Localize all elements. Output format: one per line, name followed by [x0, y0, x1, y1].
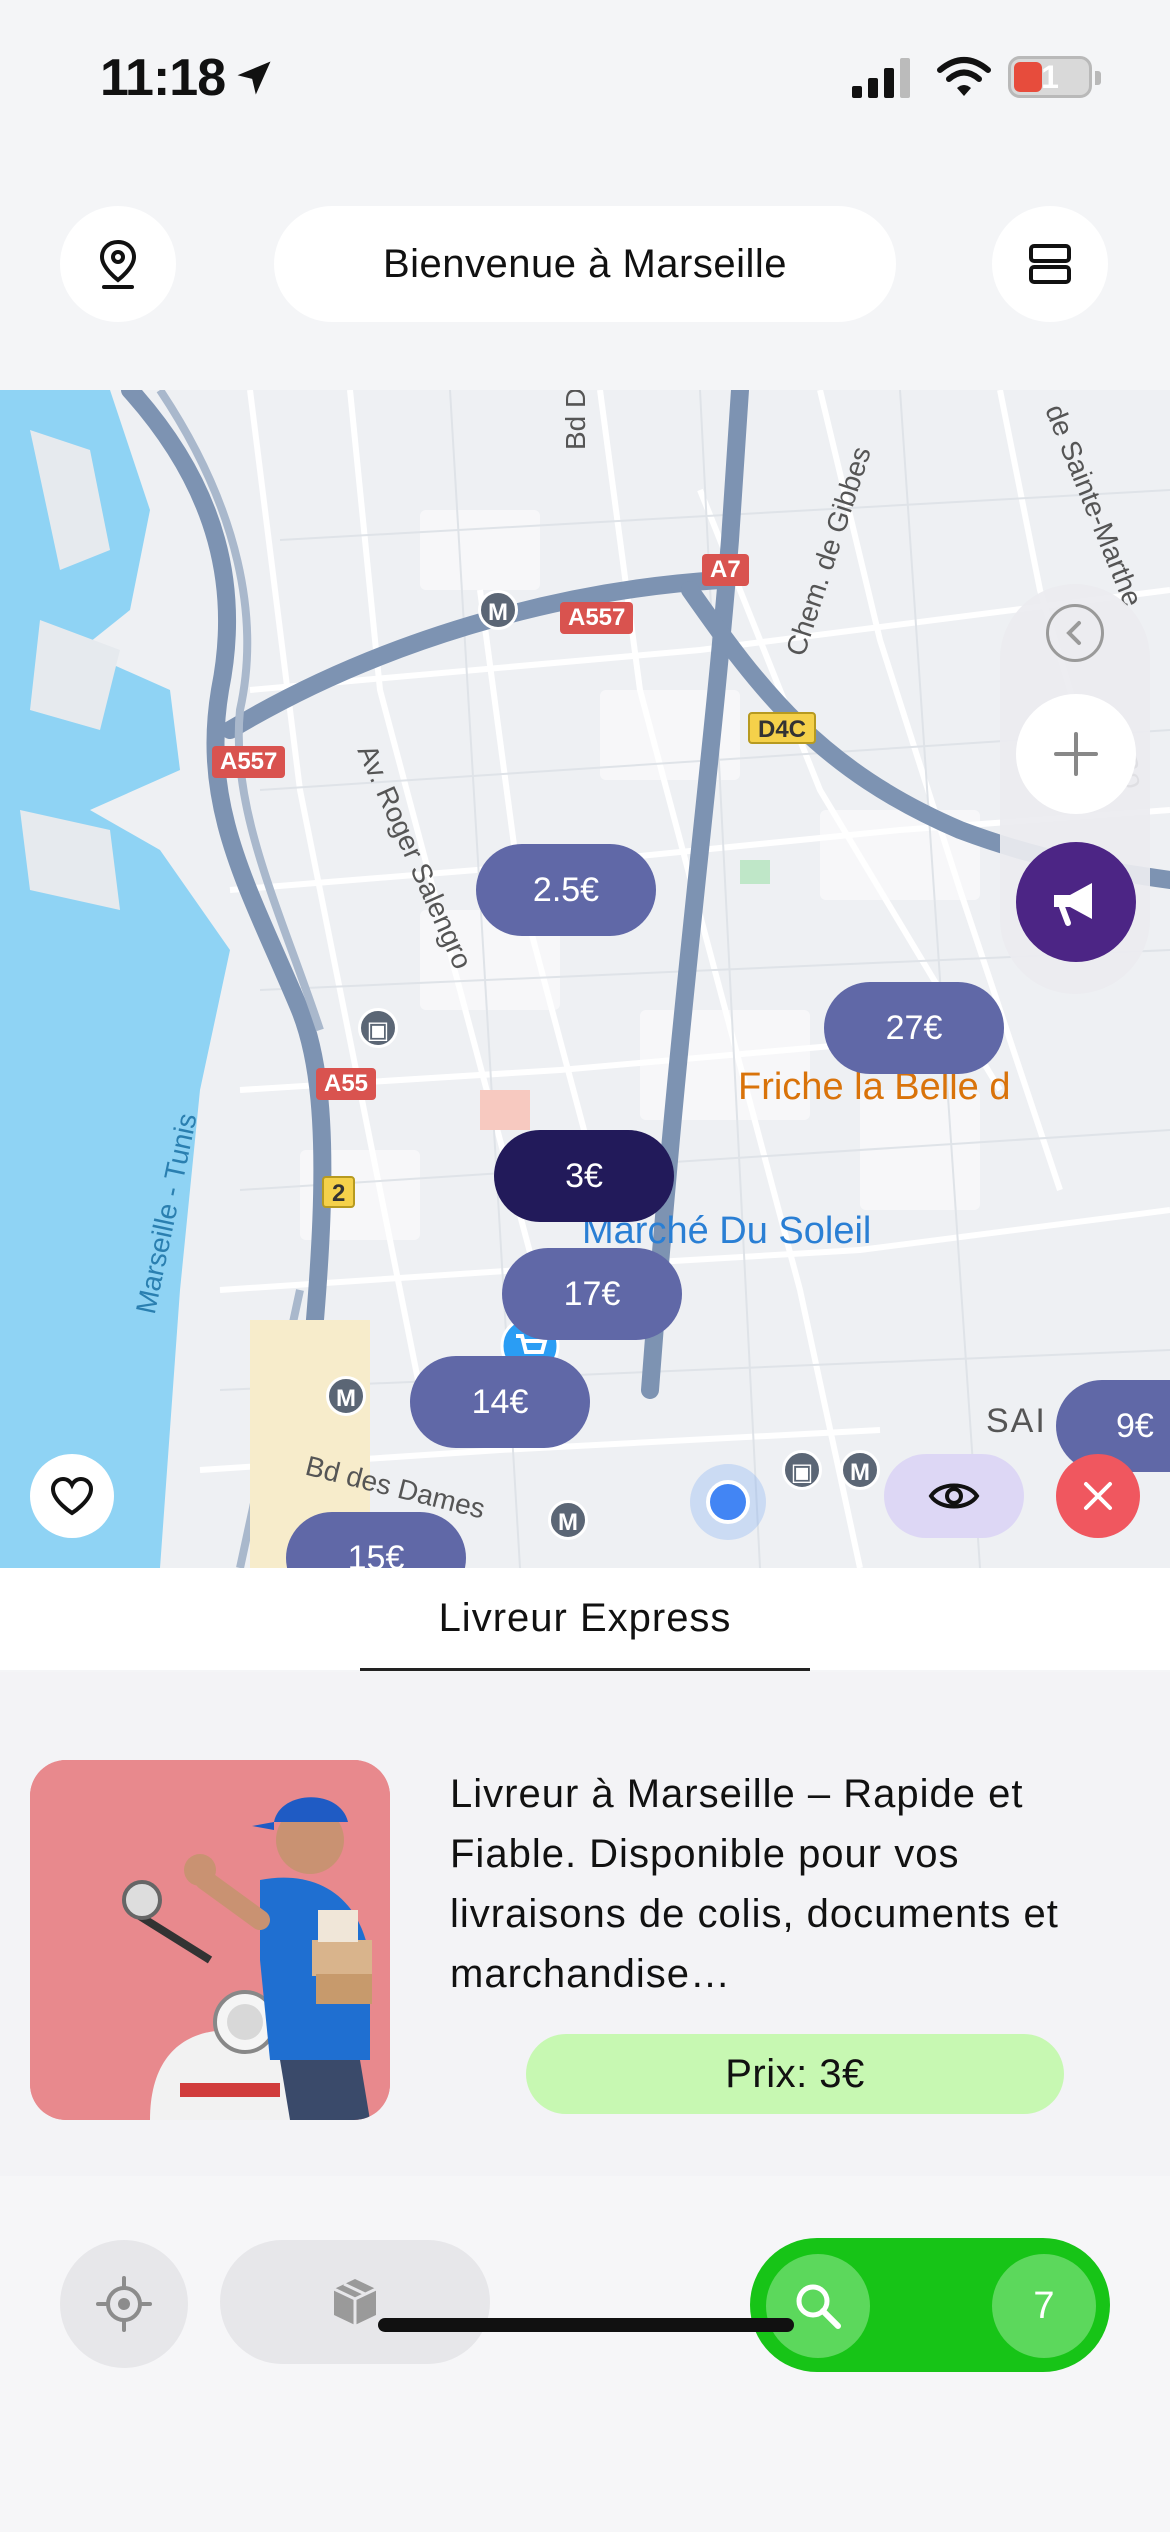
map-view[interactable]: Bd Dan Chem. de Gibbes de Sainte-Marthe … — [0, 390, 1170, 1568]
price-pin[interactable]: 2.5€ — [476, 844, 656, 936]
location-button[interactable] — [60, 206, 176, 322]
heart-icon — [50, 1476, 94, 1516]
location-arrow-icon — [237, 61, 271, 95]
category-tab-bar: Livreur Express — [0, 1568, 1170, 1671]
road-shield: A557 — [560, 602, 634, 634]
train-station-icon[interactable]: ▣ — [782, 1450, 822, 1490]
metro-station-icon[interactable]: M — [478, 590, 518, 630]
metro-station-icon[interactable]: M — [840, 1450, 880, 1490]
search-results-button[interactable]: 7 — [750, 2238, 1110, 2372]
metro-station-icon[interactable]: M — [326, 1376, 366, 1416]
collapse-panel-button[interactable] — [1046, 604, 1104, 662]
price-pin[interactable]: 17€ — [502, 1248, 682, 1340]
battery-icon: 1 — [1008, 56, 1101, 98]
location-pin-icon — [99, 239, 137, 289]
add-button[interactable] — [1016, 694, 1136, 814]
street-label: SAI — [986, 1402, 1047, 1440]
favorite-button[interactable] — [30, 1454, 114, 1538]
price-pin-selected[interactable]: 3€ — [494, 1130, 674, 1222]
search-icon — [796, 2284, 841, 2329]
status-bar: 11:18 1 — [0, 0, 1170, 150]
street-label: Bd Dan — [560, 390, 591, 450]
delivery-person-image — [30, 1760, 390, 2120]
user-location-marker — [690, 1464, 766, 1540]
home-indicator[interactable] — [378, 2318, 794, 2332]
package-icon — [333, 2279, 377, 2325]
price-pin[interactable]: 27€ — [824, 982, 1004, 1074]
tab-active-indicator — [360, 1668, 810, 1671]
listing-card[interactable]: Livreur à Marseille – Rapide et Fiable. … — [0, 1672, 1170, 2176]
price-pin[interactable]: 14€ — [410, 1356, 590, 1448]
tab-livreur-express[interactable]: Livreur Express — [0, 1596, 1170, 1641]
eye-icon — [928, 1483, 980, 1509]
listing-description: Livreur à Marseille – Rapide et Fiable. … — [450, 1772, 1059, 1996]
recenter-location-button[interactable] — [60, 2240, 188, 2368]
cellular-signal-icon — [852, 58, 910, 98]
chevron-left-icon — [1066, 621, 1081, 645]
status-time: 11:18 — [100, 49, 226, 107]
welcome-title[interactable]: Bienvenue à Marseille — [274, 206, 896, 322]
metro-station-icon[interactable]: M — [548, 1500, 588, 1540]
train-station-icon[interactable]: ▣ — [358, 1008, 398, 1048]
road-shield: A557 — [212, 746, 286, 778]
close-button[interactable] — [1056, 1454, 1140, 1538]
crosshair-icon — [96, 2276, 152, 2332]
battery-level: 1 — [1041, 59, 1059, 95]
package-filter-button[interactable] — [220, 2240, 490, 2364]
road-shield: D4C — [748, 712, 817, 744]
listing-photo[interactable] — [30, 1760, 390, 2120]
list-view-button[interactable] — [992, 206, 1108, 322]
list-view-icon — [1029, 244, 1071, 284]
price-pin[interactable]: 15€ — [286, 1512, 466, 1568]
promote-button[interactable] — [1016, 842, 1136, 962]
road-shield: A7 — [702, 554, 749, 586]
result-count-badge: 7 — [992, 2254, 1096, 2358]
megaphone-icon — [1054, 883, 1092, 926]
visibility-toggle-button[interactable] — [884, 1454, 1024, 1538]
listing-price-badge: Prix: 3€ — [526, 2034, 1064, 2114]
plus-icon — [1054, 732, 1098, 776]
road-shield: A55 — [316, 1068, 377, 1100]
bottom-action-bar: 7 — [0, 2176, 1170, 2532]
close-icon — [1084, 1482, 1112, 1510]
search-button[interactable] — [766, 2254, 870, 2358]
road-shield: 2 — [322, 1176, 356, 1208]
wifi-icon — [937, 57, 991, 96]
